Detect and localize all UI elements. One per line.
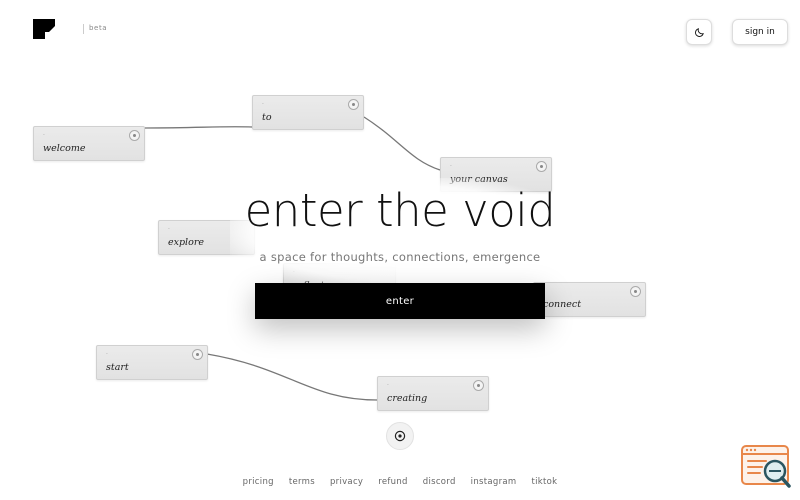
node-handle[interactable]	[129, 130, 140, 141]
node-creating[interactable]: · creating	[377, 376, 489, 411]
footer-link-tiktok[interactable]: tiktok	[531, 477, 557, 487]
hero-subtitle: a space for thoughts, connections, emerg…	[259, 250, 541, 264]
node-handle[interactable]	[348, 99, 359, 110]
node-to[interactable]: · to	[252, 95, 364, 130]
node-label: connect	[543, 299, 582, 310]
beta-badge: beta	[89, 24, 108, 32]
node-label: creating	[387, 393, 428, 404]
footer-link-terms[interactable]: terms	[289, 477, 315, 487]
node-label: explore	[168, 237, 204, 248]
node-handle[interactable]	[536, 161, 547, 172]
brand-logo-icon[interactable]	[33, 19, 55, 43]
header-divider	[83, 24, 84, 34]
enter-button[interactable]: enter	[255, 283, 545, 319]
footer-link-refund[interactable]: refund	[378, 477, 408, 487]
connection-to-your-canvas	[363, 116, 441, 171]
footer-link-instagram[interactable]: instagram	[471, 477, 517, 487]
node-label: start	[106, 362, 129, 373]
moon-icon	[694, 27, 704, 37]
node-label: welcome	[43, 143, 86, 154]
browser-search-icon[interactable]	[740, 444, 792, 490]
hero-title: enter the void	[244, 184, 556, 237]
connection-welcome-to	[144, 126, 253, 129]
footer-links: pricing terms privacy refund discord ins…	[0, 477, 800, 487]
node-handle[interactable]	[192, 349, 203, 360]
center-canvas-button[interactable]	[386, 422, 414, 450]
footer-link-privacy[interactable]: privacy	[330, 477, 363, 487]
target-icon	[394, 430, 406, 442]
sign-in-button[interactable]: sign in	[732, 19, 788, 45]
node-handle[interactable]	[473, 380, 484, 391]
node-start[interactable]: · start	[96, 345, 208, 380]
node-welcome[interactable]: · welcome	[33, 126, 145, 161]
connection-start-creating	[206, 353, 378, 401]
theme-toggle-button[interactable]	[686, 19, 712, 45]
footer-link-pricing[interactable]: pricing	[243, 477, 274, 487]
node-label: to	[262, 112, 272, 123]
node-handle[interactable]	[630, 286, 641, 297]
footer-link-discord[interactable]: discord	[423, 477, 456, 487]
